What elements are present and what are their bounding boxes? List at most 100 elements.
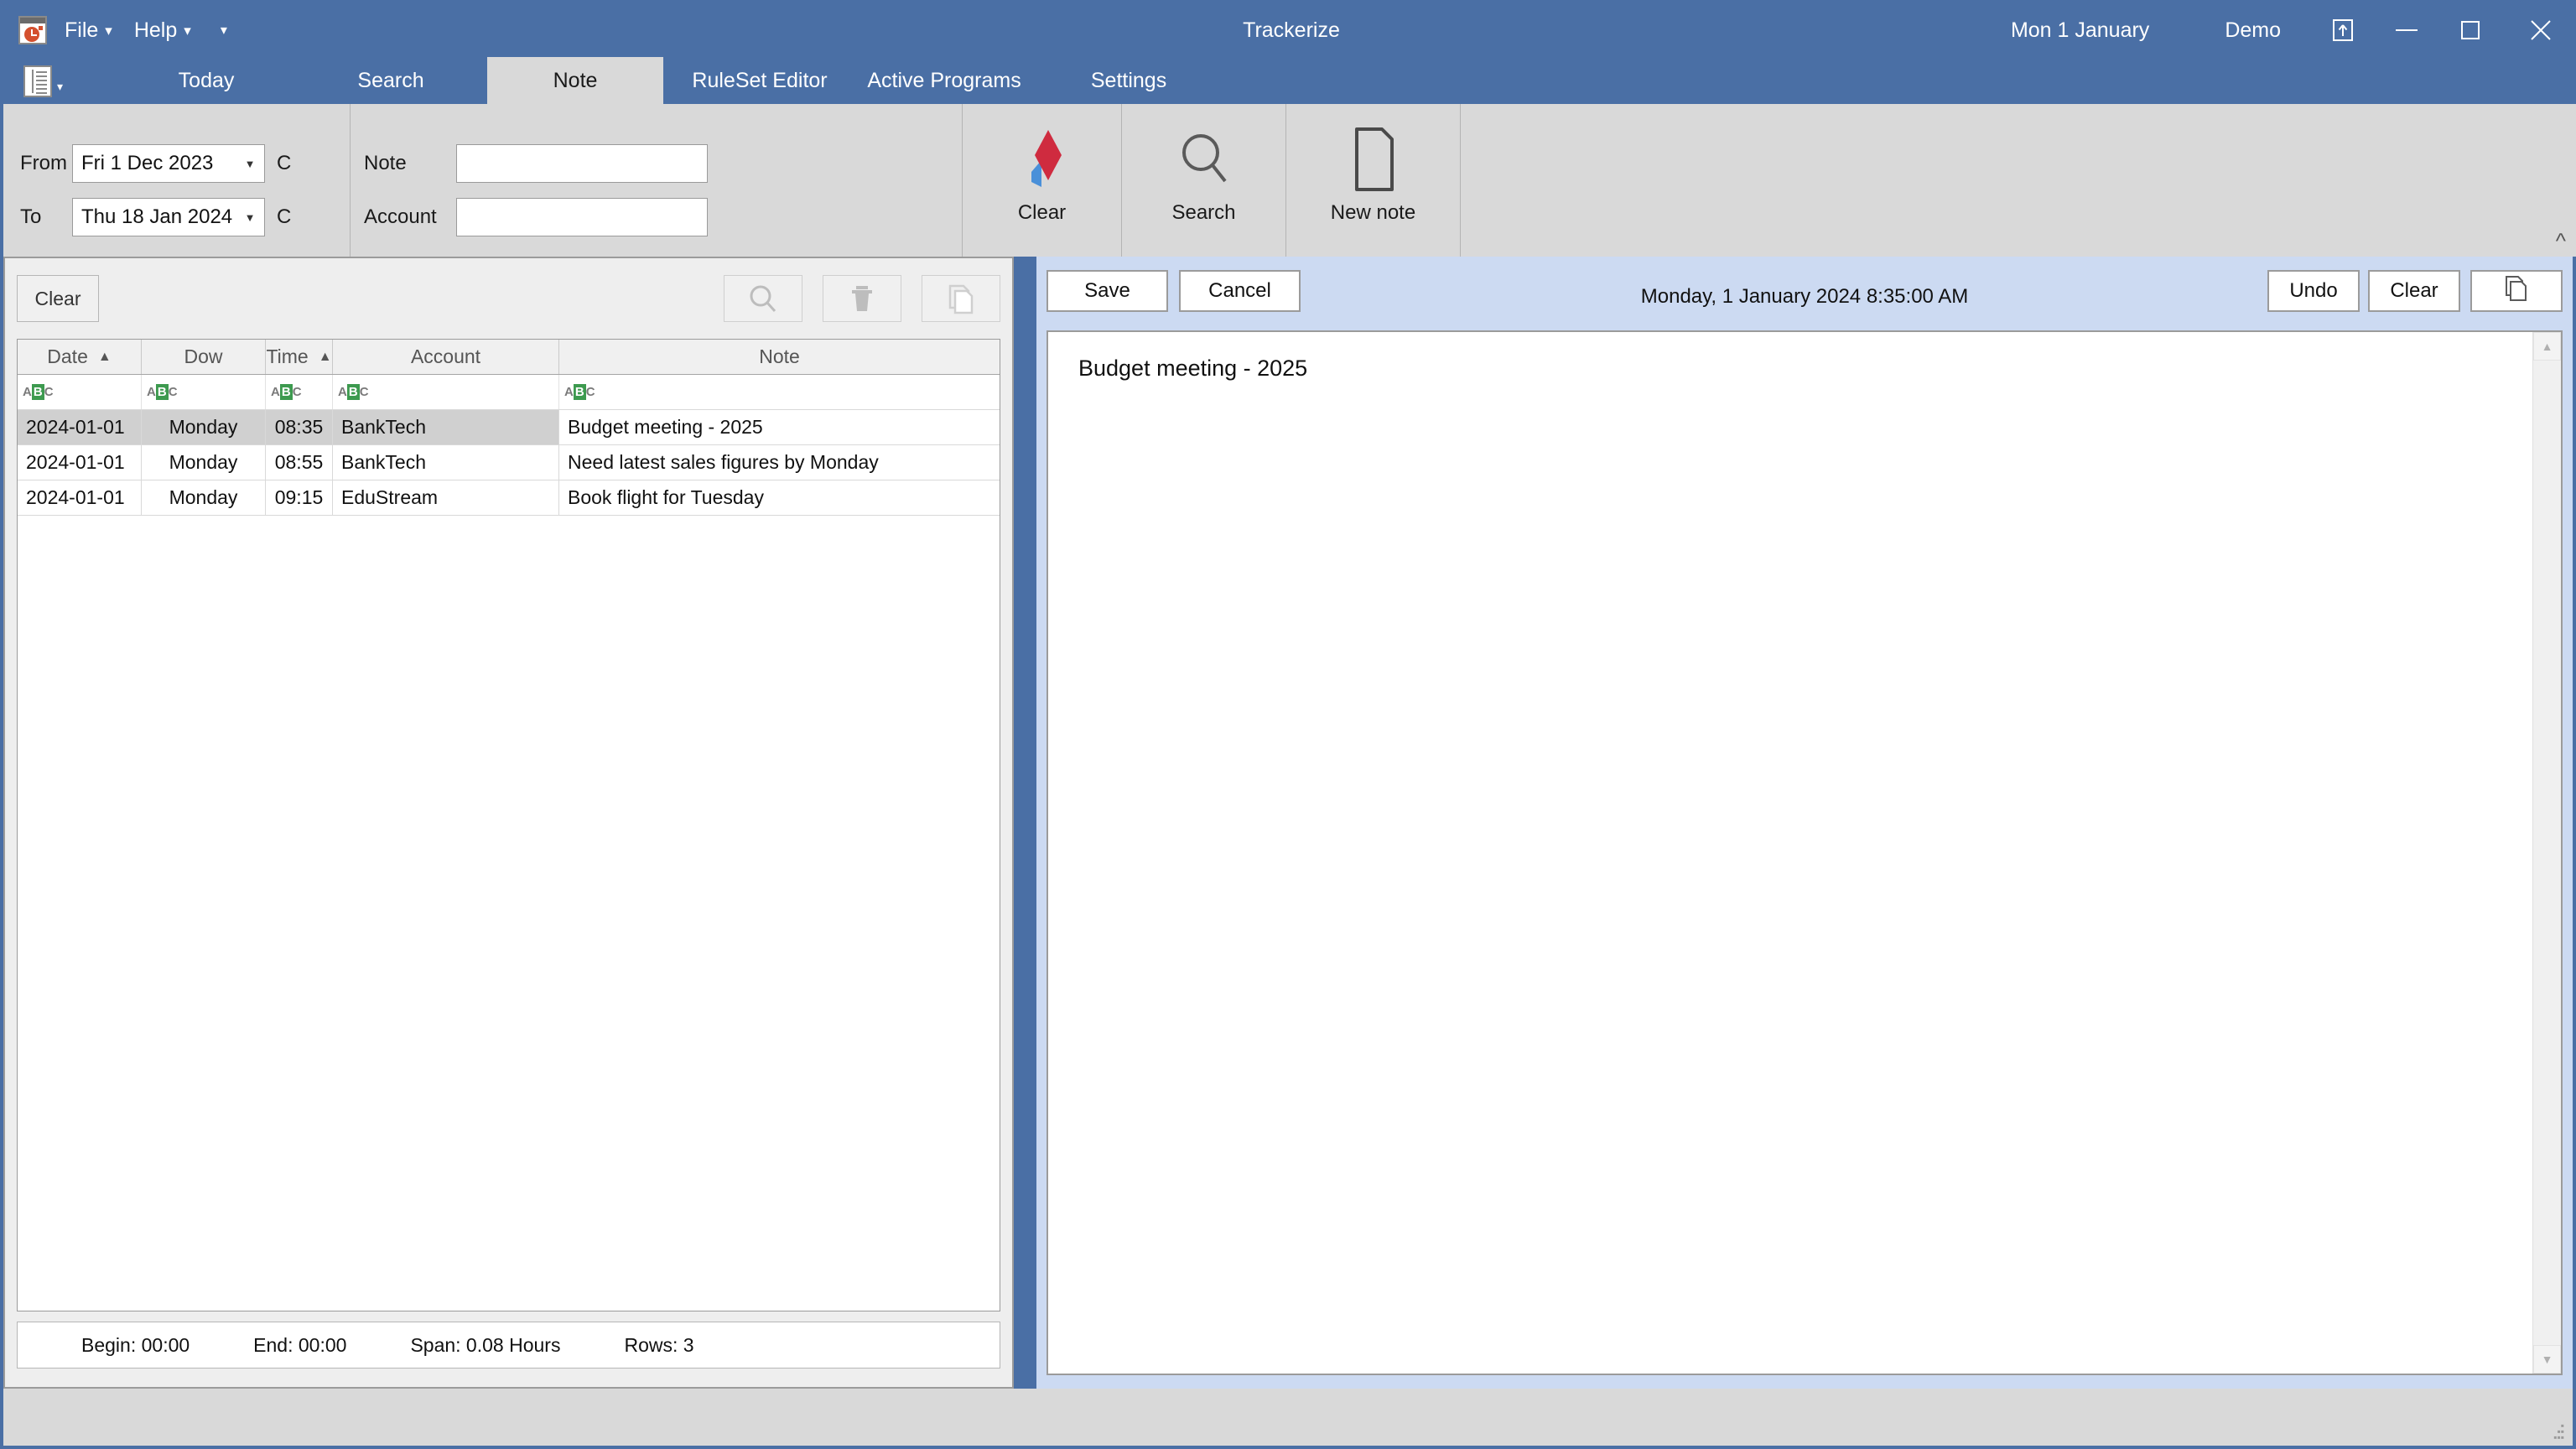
column-label: Time (266, 345, 309, 367)
status-rows: Rows: 3 (624, 1333, 694, 1356)
ribbon-search-label: Search (1171, 201, 1236, 224)
tab-label: Note (553, 68, 598, 92)
main-body: Clear Date ▲ Dow Time ▲ Account Note A B… (3, 257, 2573, 1389)
tab-search[interactable]: Search (303, 57, 479, 104)
resize-grip-icon[interactable]: ▪ ▪▪ ▪▪▪ (2553, 1420, 2564, 1442)
copy-button[interactable] (2470, 270, 2563, 312)
cell-note: Budget meeting - 2025 (559, 410, 1000, 444)
status-begin: Begin: 00:00 (81, 1333, 190, 1356)
grid-header-note[interactable]: Note (559, 340, 1000, 374)
grid-filter-row: ABC ABC ABC ABC ABC (18, 375, 1000, 410)
tab-note[interactable]: Note (487, 57, 664, 104)
chevron-down-icon[interactable]: ▼ (236, 145, 264, 182)
ribbon-new-note-button[interactable]: New note (1286, 126, 1460, 235)
filter-mode-icon[interactable]: ABC (271, 384, 302, 400)
clear-label: Clear (2390, 279, 2438, 302)
tab-ruleset-editor[interactable]: RuleSet Editor (672, 57, 848, 104)
filter-mode-icon[interactable]: ABC (147, 384, 178, 400)
to-row: To Thu 18 Jan 2024 ▼ C (20, 198, 291, 236)
filter-cell-note[interactable]: ABC (559, 375, 1000, 409)
cell-dow: Monday (142, 445, 266, 480)
status-end: End: 00:00 (253, 1333, 347, 1356)
note-text-editor[interactable]: Budget meeting - 2025 ▲ ▼ (1046, 330, 2563, 1375)
tab-active-programs[interactable]: Active Programs (856, 57, 1032, 104)
filter-mode-icon[interactable]: ABC (564, 384, 595, 400)
status-span: Span: 0.08 Hours (410, 1333, 561, 1356)
ribbon-clear-label: Clear (1017, 201, 1067, 224)
menu-file-label: File (65, 18, 99, 42)
title-bar-right: Mon 1 January Demo (2011, 3, 2576, 57)
note-editor-pane: Save Cancel Monday, 1 January 2024 8:35:… (1036, 257, 2573, 1389)
grid-status-bar: Begin: 00:00 End: 00:00 Span: 0.08 Hours… (17, 1322, 1000, 1368)
menu-overflow-button[interactable]: ▾ (207, 10, 241, 50)
chevron-down-icon[interactable]: ▾ (57, 80, 63, 94)
title-bar: File ▾ Help ▾ ▾ Trackerize Mon 1 January… (3, 3, 2576, 57)
scroll-up-arrow[interactable]: ▲ (2533, 332, 2561, 361)
from-date-combo[interactable]: Fri 1 Dec 2023 ▼ (72, 144, 265, 183)
menu-help[interactable]: Help ▾ (128, 10, 197, 50)
search-icon[interactable] (724, 275, 802, 322)
ribbon-new-note-label: New note (1330, 201, 1416, 224)
scroll-down-arrow[interactable]: ▼ (2533, 1345, 2561, 1374)
clear-button-group: Clear (963, 104, 1122, 257)
to-c-label: C (277, 205, 292, 228)
column-label: Dow (184, 345, 223, 367)
cell-account: BankTech (333, 445, 559, 480)
note-filter-row: Note (364, 144, 708, 183)
cell-time: 08:35 (266, 410, 333, 444)
filter-cell-account[interactable]: ABC (333, 375, 559, 409)
account-filter-input[interactable] (456, 198, 708, 236)
grid-header-time[interactable]: Time ▲ (266, 340, 333, 374)
sort-ascending-icon: ▲ (318, 349, 332, 364)
chevron-down-icon[interactable]: ▼ (236, 199, 264, 236)
grid-header-date[interactable]: Date ▲ (18, 340, 142, 374)
note-filter-input[interactable] (456, 144, 708, 183)
tab-label: RuleSet Editor (692, 68, 828, 92)
filter-mode-icon[interactable]: ABC (23, 384, 54, 400)
tab-label: Settings (1090, 68, 1167, 92)
grid-header-dow[interactable]: Dow (142, 340, 266, 374)
filter-cell-time[interactable]: ABC (266, 375, 333, 409)
ribbon-search-button[interactable]: Search (1122, 126, 1285, 235)
table-row[interactable]: 2024-01-01 Monday 09:15 EduStream Book f… (18, 480, 1000, 516)
from-date-value: Fri 1 Dec 2023 (81, 152, 214, 174)
undo-button[interactable]: Undo (2267, 270, 2360, 312)
grid-header-account[interactable]: Account (333, 340, 559, 374)
filter-cell-date[interactable]: ABC (18, 375, 142, 409)
copy-icon (2504, 274, 2529, 309)
tab-settings[interactable]: Settings (1041, 57, 1217, 104)
notes-grid[interactable]: Date ▲ Dow Time ▲ Account Note A B C A B… (17, 339, 1000, 1311)
clear-button[interactable]: Clear (2368, 270, 2460, 312)
date-range-group: From Fri 1 Dec 2023 ▼ C To Thu 18 Jan 20… (3, 104, 351, 257)
cell-date: 2024-01-01 (18, 480, 142, 515)
pin-window-icon[interactable] (2311, 3, 2375, 57)
table-row[interactable]: 2024-01-01 Monday 08:35 BankTech Budget … (18, 410, 1000, 445)
close-icon[interactable] (2502, 3, 2576, 57)
chevron-up-icon[interactable]: ^ (2556, 230, 2566, 252)
filter-mode-icon[interactable]: ABC (338, 384, 369, 400)
menu-help-label: Help (133, 18, 178, 42)
tab-today[interactable]: Today (118, 57, 294, 104)
to-label: To (20, 205, 42, 228)
to-date-combo[interactable]: Thu 18 Jan 2024 ▼ (72, 198, 265, 236)
chevron-down-icon: ▾ (220, 23, 227, 38)
list-clear-button[interactable]: Clear (17, 275, 99, 322)
filter-cell-dow[interactable]: ABC (142, 375, 266, 409)
maximize-icon[interactable] (2438, 3, 2502, 57)
document-list-icon[interactable] (23, 65, 52, 97)
minimize-icon[interactable] (2375, 3, 2438, 57)
ribbon-clear-button[interactable]: Clear (963, 126, 1121, 235)
table-row[interactable]: 2024-01-01 Monday 08:55 BankTech Need la… (18, 445, 1000, 480)
window-status-bar: ▪ ▪▪ ▪▪▪ (3, 1389, 2573, 1446)
editor-vertical-scrollbar[interactable]: ▲ ▼ (2532, 332, 2561, 1374)
delete-icon[interactable] (823, 275, 901, 322)
copy-icon[interactable] (922, 275, 1000, 322)
main-tab-strip: ▾ Today Search Note RuleSet Editor Activ… (3, 57, 2576, 104)
cell-note: Need latest sales figures by Monday (568, 451, 879, 473)
menu-file[interactable]: File ▾ (59, 10, 118, 50)
account-filter-label: Account (364, 205, 437, 228)
cell-account: BankTech (333, 410, 559, 444)
application-window: File ▾ Help ▾ ▾ Trackerize Mon 1 January… (0, 0, 2576, 1449)
cell-dow: Monday (142, 480, 266, 515)
cell-time: 09:15 (266, 480, 333, 515)
